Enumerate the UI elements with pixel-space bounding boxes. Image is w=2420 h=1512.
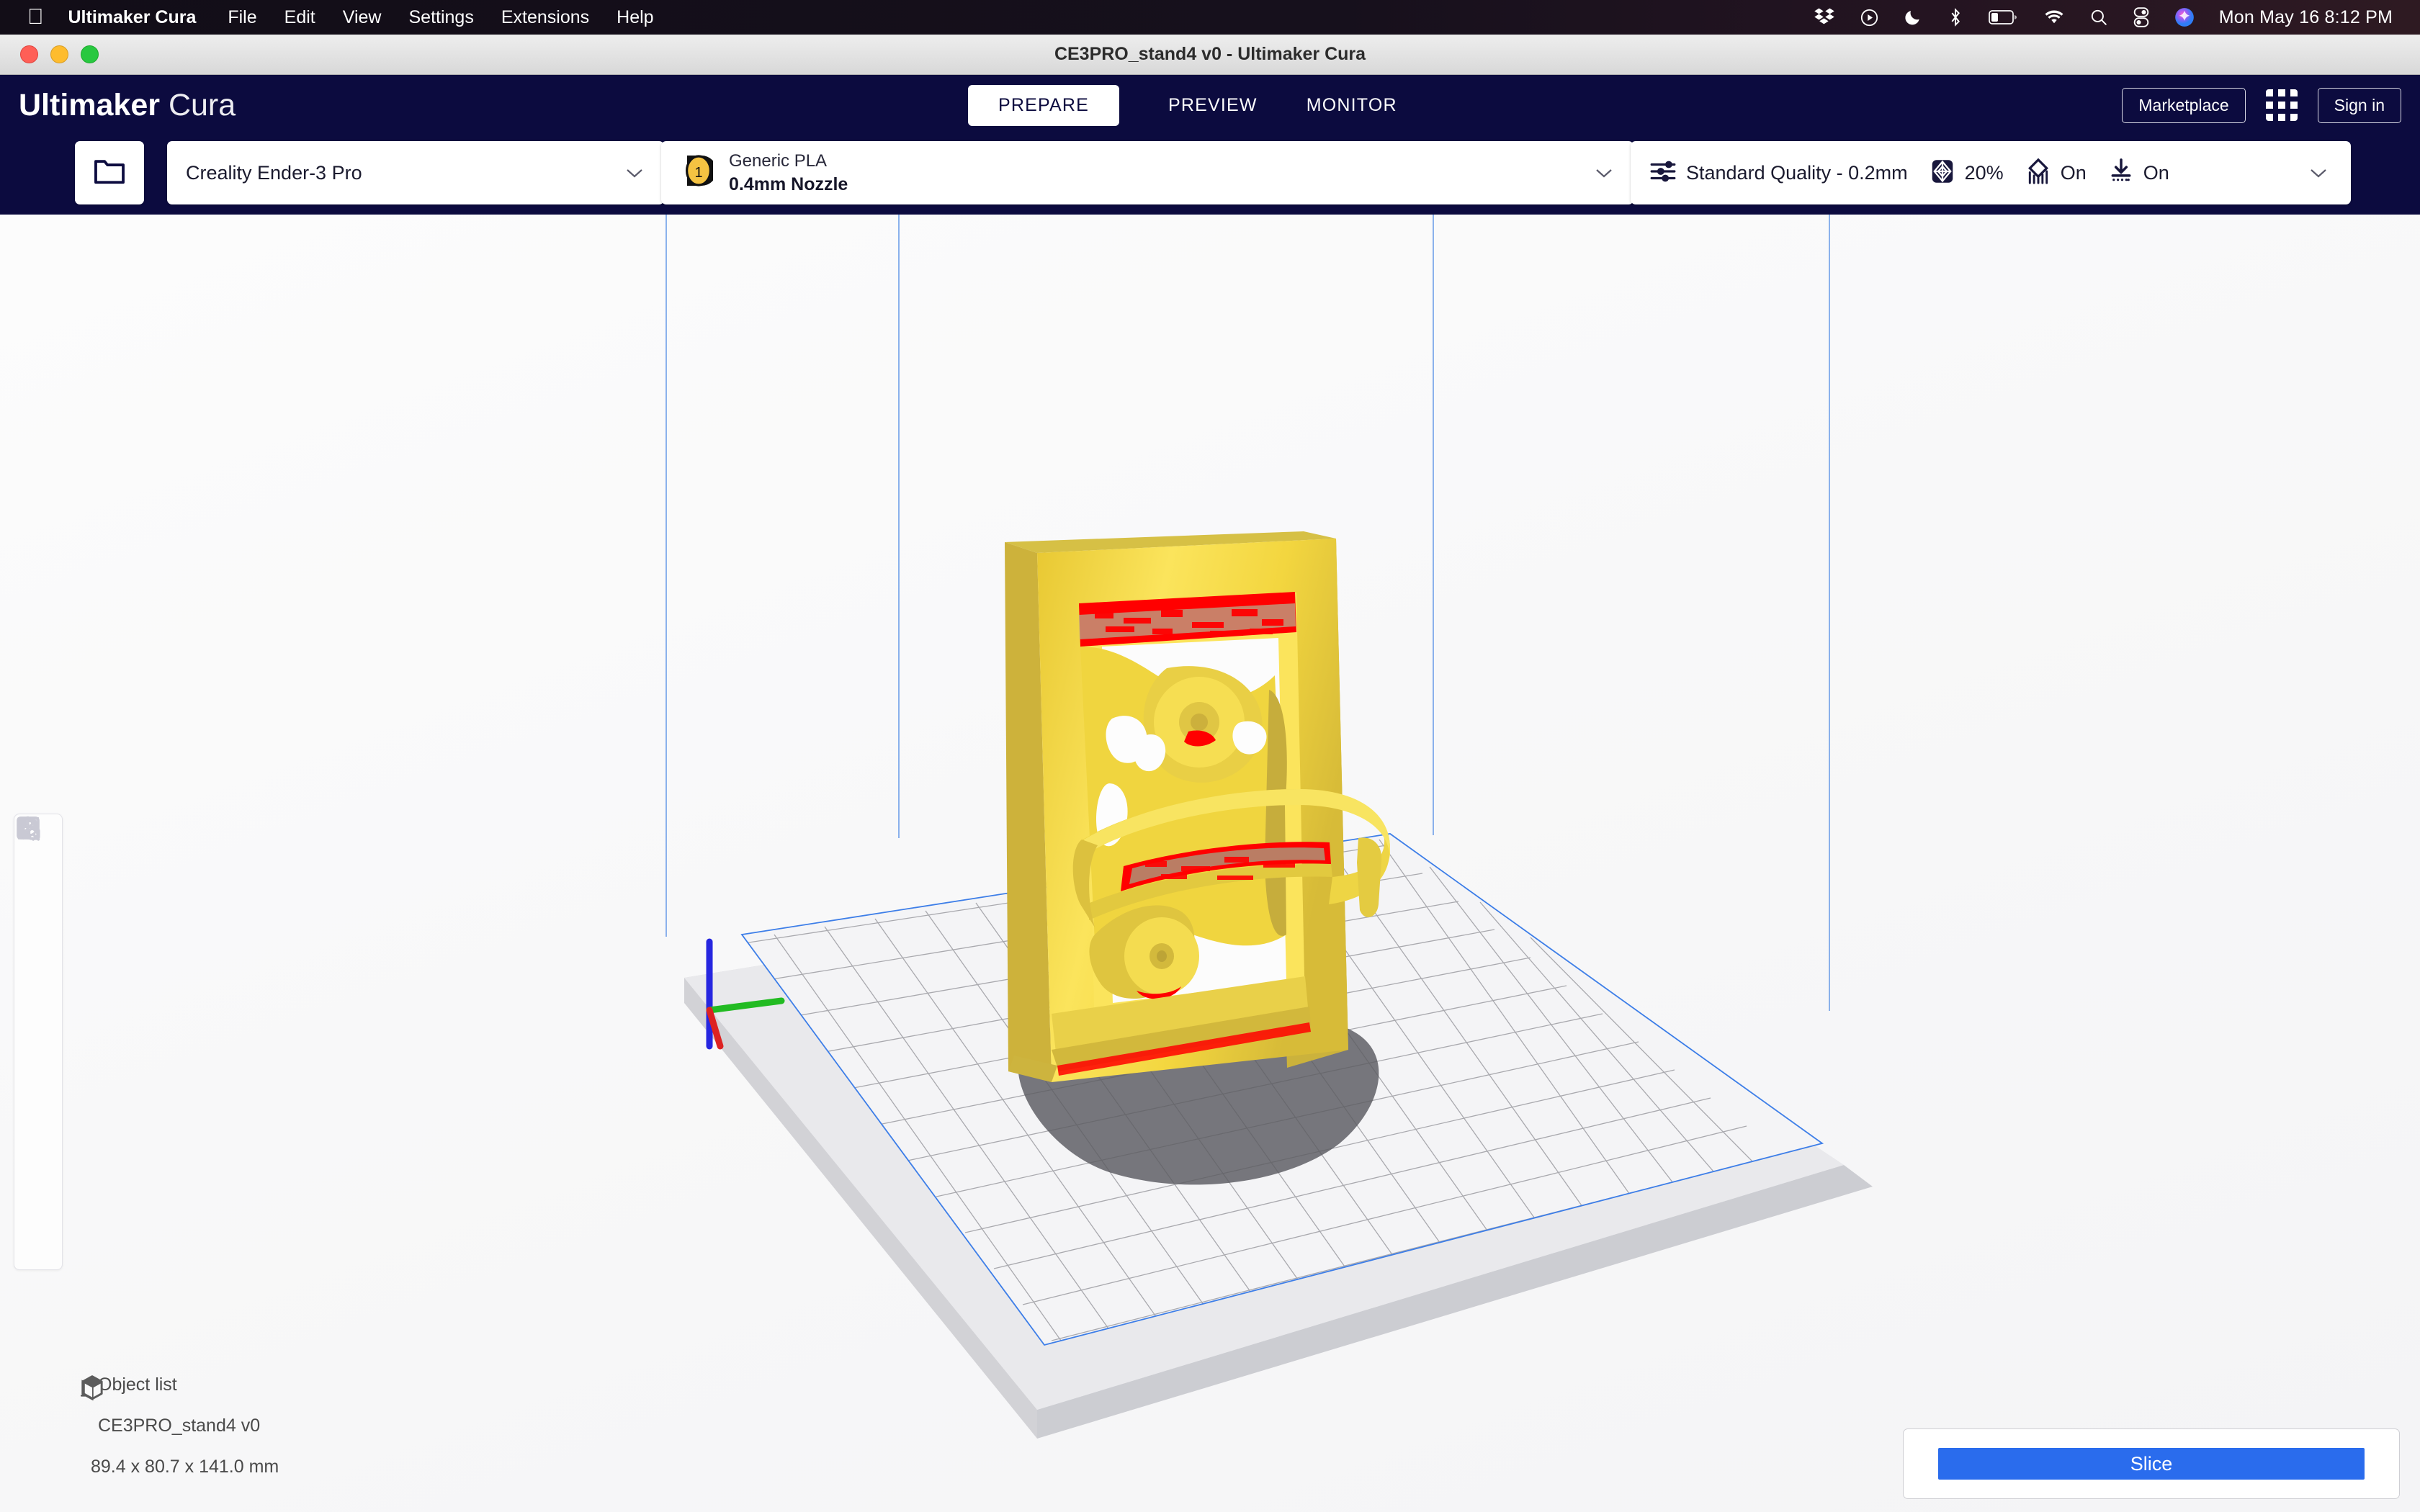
marketplace-button[interactable]: Marketplace [2122, 88, 2245, 123]
object-name: CE3PRO_stand4 v0 [98, 1416, 260, 1436]
mirror-tool[interactable] [16, 1048, 60, 1112]
printer-selector[interactable]: Creality Ender-3 Pro [167, 141, 664, 204]
menu-app-name[interactable]: Ultimaker Cura [68, 7, 197, 28]
action-panel: Slice [1903, 1428, 2400, 1499]
chevron-down-icon [2308, 166, 2329, 179]
material-selector[interactable]: 1 Generic PLA 0.4mm Nozzle [661, 141, 1634, 204]
open-file-button[interactable] [75, 141, 144, 204]
per-model-settings-tool[interactable] [16, 1122, 60, 1187]
3d-viewport[interactable]: Object list CE3PRO_stand4 v0 89.4 x 80.7… [0, 215, 2420, 1512]
menu-extensions[interactable]: Extensions [501, 7, 589, 28]
sliders-icon [1649, 158, 1677, 189]
apps-grid-icon[interactable] [2266, 89, 2298, 121]
print-profile-group: Standard Quality - 0.2mm [1649, 158, 1908, 189]
svg-text:1: 1 [694, 165, 702, 181]
menu-edit[interactable]: Edit [284, 7, 315, 28]
adhesion-group: On [2108, 158, 2169, 189]
nozzle-size: 0.4mm Nozzle [729, 174, 848, 195]
model-ce3pro-stand[interactable] [1005, 531, 1390, 1082]
configuration-bar: Creality Ender-3 Pro 1 Generic PLA 0.4mm… [0, 135, 2420, 215]
tab-preview-wrap: PREVIEW [1144, 85, 1282, 126]
main-tabs: PREPARE PREVIEW MONITOR [944, 75, 1422, 135]
slice-button[interactable]: Slice [1938, 1448, 2365, 1480]
adhesion-value: On [2143, 162, 2169, 184]
menu-bar-clock[interactable]: Mon May 16 8:12 PM [2219, 7, 2393, 28]
header-right-group: Marketplace Sign in [2122, 75, 2401, 135]
printer-name: Creality Ender-3 Pro [186, 162, 362, 184]
cura-header-bar: Ultimaker Cura PREPARE PREVIEW MONITOR M… [0, 75, 2420, 135]
print-profile-value: Standard Quality - 0.2mm [1686, 162, 1908, 184]
bluetooth-icon[interactable] [1947, 7, 1964, 27]
macos-menu-bar:  Ultimaker Cura File Edit View Settings… [0, 0, 2420, 35]
sign-in-button[interactable]: Sign in [2318, 88, 2401, 123]
infill-value: 20% [1965, 162, 2004, 184]
siri-icon[interactable] [2174, 7, 2195, 27]
menu-settings[interactable]: Settings [409, 7, 474, 28]
material-info: Generic PLA 0.4mm Nozzle [729, 151, 848, 195]
support-blocker-tool[interactable] [16, 1197, 60, 1262]
search-icon[interactable] [2089, 8, 2108, 27]
adhesion-icon [2108, 158, 2134, 189]
menu-help[interactable]: Help [617, 7, 653, 28]
logo-ultimaker: Ultimaker [19, 88, 160, 122]
tab-prepare[interactable]: PREPARE [968, 85, 1119, 126]
do-not-disturb-moon-icon[interactable] [1904, 8, 1922, 27]
support-value: On [2061, 162, 2087, 184]
material-name: Generic PLA [729, 151, 848, 171]
dropbox-icon[interactable] [1814, 6, 1835, 28]
chevron-down-icon [624, 166, 645, 179]
build-plate-scene [0, 215, 2420, 1512]
object-dimensions: 89.4 x 80.7 x 141.0 mm [91, 1457, 627, 1477]
tab-prepare-wrap: PREPARE [944, 85, 1144, 126]
tab-monitor-wrap: MONITOR [1282, 85, 1422, 126]
support-icon [2025, 158, 2051, 189]
wifi-icon[interactable] [2043, 9, 2065, 26]
infill-group: 20% [1930, 158, 2004, 188]
tab-preview[interactable]: PREVIEW [1168, 85, 1258, 126]
folder-open-icon [93, 157, 126, 189]
window-title-bar: CE3PRO_stand4 v0 - Ultimaker Cura [0, 35, 2420, 75]
control-center-icon[interactable] [2133, 7, 2150, 27]
object-list-item[interactable]: CE3PRO_stand4 v0 [79, 1416, 627, 1436]
object-list-title: Object list [98, 1374, 177, 1395]
object-list-toggle[interactable]: Object list [79, 1374, 627, 1395]
object-list-panel: Object list CE3PRO_stand4 v0 89.4 x 80.7… [79, 1374, 627, 1499]
scale-tool[interactable] [16, 898, 60, 963]
logo-cura: Cura [169, 88, 236, 122]
extruder-1-icon: 1 [681, 153, 713, 194]
tab-monitor[interactable]: MONITOR [1307, 85, 1397, 126]
print-settings-selector[interactable]: Standard Quality - 0.2mm 20% [1631, 141, 2351, 204]
time-machine-icon[interactable] [1860, 8, 1879, 27]
menu-view[interactable]: View [343, 7, 382, 28]
battery-icon[interactable] [1989, 9, 2019, 25]
rotate-tool[interactable] [16, 973, 60, 1038]
menu-file[interactable]: File [228, 7, 256, 28]
infill-icon [1930, 158, 1955, 188]
cura-logo: Ultimaker Cura [19, 88, 236, 123]
support-group: On [2025, 158, 2087, 189]
window-title: CE3PRO_stand4 v0 - Ultimaker Cura [0, 44, 2420, 65]
chevron-down-icon [1593, 166, 1615, 179]
tool-column [14, 814, 63, 1270]
